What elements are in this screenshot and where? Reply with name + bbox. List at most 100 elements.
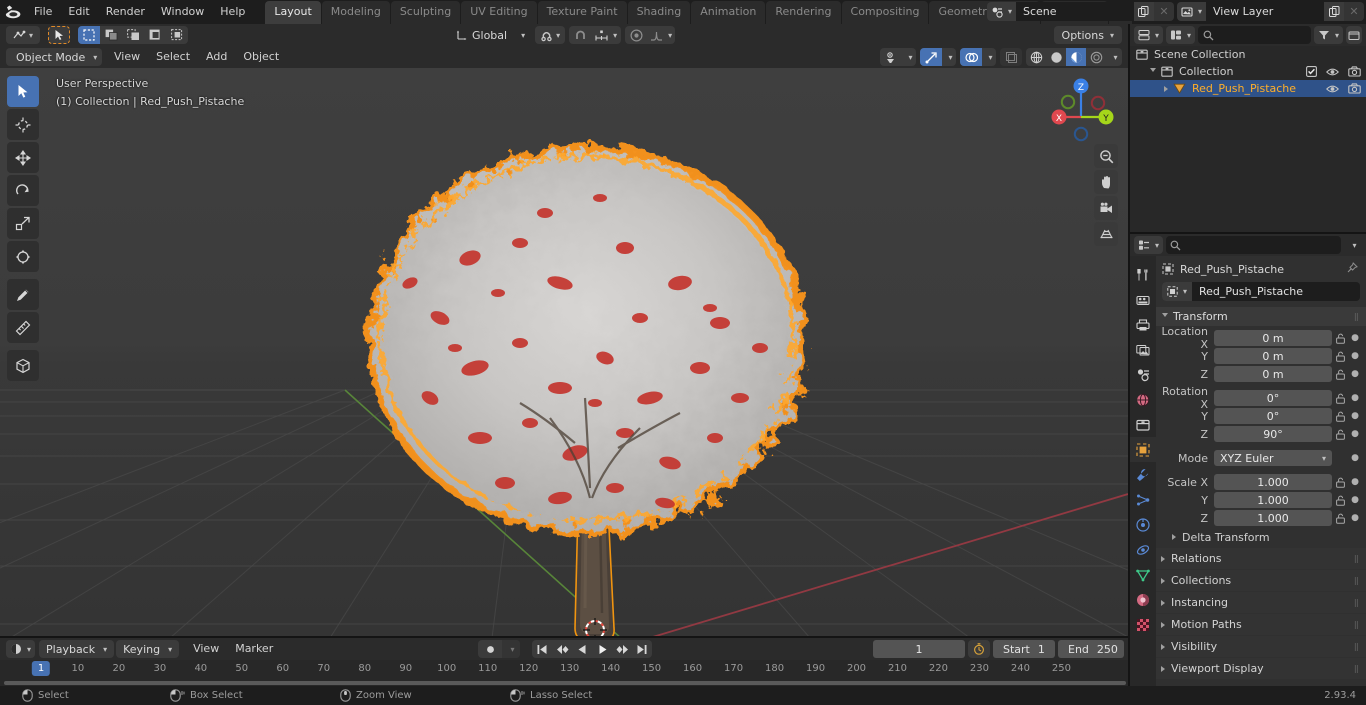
proportional-edit-icon[interactable] xyxy=(625,26,647,44)
3d-viewport[interactable]: User Perspective (1) Collection | Red_Pu… xyxy=(0,68,1128,638)
animate-dot-icon[interactable]: ● xyxy=(1348,351,1362,361)
field-value[interactable]: 1.000 xyxy=(1214,510,1332,526)
eye-icon[interactable] xyxy=(1326,67,1339,77)
panel-relations[interactable]: Relations ⣿ xyxy=(1156,548,1366,569)
material-tab[interactable] xyxy=(1130,587,1156,612)
rotate-tool[interactable] xyxy=(7,175,39,206)
filter-icon[interactable]: ▾ xyxy=(1313,26,1343,44)
tweak-select-icon[interactable] xyxy=(48,26,70,44)
animate-dot-icon[interactable]: ● xyxy=(1348,453,1362,463)
rendered-shading-icon[interactable] xyxy=(1086,48,1106,66)
top-menu-window[interactable]: Window xyxy=(153,3,212,21)
top-menu-help[interactable]: Help xyxy=(212,3,253,21)
camera-icon[interactable] xyxy=(1348,83,1361,94)
new-scene-button[interactable] xyxy=(1133,2,1154,21)
animate-dot-icon[interactable]: ● xyxy=(1348,393,1362,403)
pan-icon[interactable] xyxy=(1094,170,1118,194)
add-cube-tool[interactable] xyxy=(7,350,39,381)
top-menu-edit[interactable]: Edit xyxy=(60,3,97,21)
snap-target-dropdown[interactable]: ▾ xyxy=(591,26,621,44)
wireframe-shading-icon[interactable] xyxy=(1026,48,1046,66)
properties-search-input[interactable] xyxy=(1166,236,1341,254)
world-tab[interactable] xyxy=(1130,387,1156,412)
new-view-layer-button[interactable] xyxy=(1324,2,1344,21)
pin-icon[interactable] xyxy=(1346,261,1358,277)
view-layer-tab[interactable] xyxy=(1130,337,1156,362)
properties-options-dropdown[interactable]: ▾ xyxy=(1344,236,1362,254)
region-separator-outliner[interactable] xyxy=(1130,232,1366,234)
animate-dot-icon[interactable]: ● xyxy=(1348,429,1362,439)
field-value[interactable]: 90° xyxy=(1214,426,1332,442)
record-dropdown[interactable]: ▾ xyxy=(502,640,520,658)
object-tab[interactable] xyxy=(1130,437,1156,462)
outliner-display-mode-icon[interactable]: ▾ xyxy=(1166,26,1196,44)
chevron-down-icon[interactable] xyxy=(1150,68,1156,75)
panel-instancing[interactable]: Instancing ⣿ xyxy=(1156,592,1366,613)
object-type-icon[interactable]: ▾ xyxy=(1162,282,1192,301)
start-frame-field[interactable]: Start 1 xyxy=(993,640,1055,658)
animate-dot-icon[interactable]: ● xyxy=(1348,369,1362,379)
lock-icon[interactable] xyxy=(1332,477,1348,488)
constraints-tab[interactable] xyxy=(1130,537,1156,562)
lock-icon[interactable] xyxy=(1332,513,1348,524)
outliner-row-collection[interactable]: Collection xyxy=(1130,63,1366,80)
field-value[interactable]: 1.000 xyxy=(1214,474,1332,490)
play-icon[interactable] xyxy=(592,640,612,658)
next-keyframe-icon[interactable] xyxy=(612,640,632,658)
outliner-row-red-push-pistache[interactable]: Red_Push_Pistache xyxy=(1130,80,1366,97)
view-layer-selector[interactable]: ▾ View Layer ✕ xyxy=(1176,2,1364,21)
scene-selector[interactable]: ▾ Scene ✕ xyxy=(986,2,1174,21)
timeline-ruler[interactable]: 10 20 30 40 50 60 70 80 90 100 110 120 130 140 150 160 1… xyxy=(0,660,1130,678)
select-extend-icon[interactable] xyxy=(100,26,122,44)
gizmo-toggle-group[interactable]: ▾ xyxy=(920,48,956,66)
workspace-tab-texture-paint[interactable]: Texture Paint xyxy=(537,1,627,24)
eye-icon[interactable] xyxy=(1326,84,1339,94)
prev-keyframe-icon[interactable] xyxy=(552,640,572,658)
region-separator-vertical[interactable] xyxy=(1128,24,1130,686)
remove-view-layer-button[interactable]: ✕ xyxy=(1344,2,1364,21)
checkbox-icon[interactable] xyxy=(1306,66,1317,77)
scene-name[interactable]: Scene xyxy=(1015,2,1134,21)
jump-start-icon[interactable] xyxy=(532,640,552,658)
render-tab[interactable] xyxy=(1130,287,1156,312)
lock-icon[interactable] xyxy=(1332,333,1348,344)
object-name-value[interactable]: Red_Push_Pistache xyxy=(1192,285,1303,298)
transform-tool[interactable] xyxy=(7,241,39,272)
viewport-menu-object[interactable]: Object xyxy=(235,48,287,66)
workspace-tab-uv-editing[interactable]: UV Editing xyxy=(461,1,537,24)
field-value[interactable]: 0 m xyxy=(1214,330,1332,346)
workspace-tab-compositing[interactable]: Compositing xyxy=(841,1,929,24)
outliner-search-input[interactable] xyxy=(1198,26,1311,44)
zoom-icon[interactable] xyxy=(1094,144,1118,168)
lock-icon[interactable] xyxy=(1332,393,1348,404)
proportional-falloff-dropdown[interactable]: ▾ xyxy=(647,26,675,44)
animate-dot-icon[interactable]: ● xyxy=(1348,477,1362,487)
timeline-playhead[interactable]: 1 xyxy=(31,661,51,676)
outliner-editor-type-button[interactable]: ▾ xyxy=(1134,26,1164,44)
top-menu-render[interactable]: Render xyxy=(98,3,153,21)
collection-tab[interactable] xyxy=(1130,412,1156,437)
lock-icon[interactable] xyxy=(1332,429,1348,440)
lock-icon[interactable] xyxy=(1332,495,1348,506)
panel-viewport-display[interactable]: Viewport Display ⣿ xyxy=(1156,658,1366,679)
move-tool[interactable] xyxy=(7,142,39,173)
field-value[interactable]: 0 m xyxy=(1214,366,1332,382)
object-id-field[interactable]: ▾ Red_Push_Pistache xyxy=(1162,282,1360,301)
measure-tool[interactable] xyxy=(7,312,39,343)
data-tab[interactable] xyxy=(1130,562,1156,587)
workspace-tab-shading[interactable]: Shading xyxy=(627,1,691,24)
lock-icon[interactable] xyxy=(1332,351,1348,362)
snap-icon[interactable]: ▾ xyxy=(535,26,566,44)
output-tab[interactable] xyxy=(1130,312,1156,337)
remove-scene-button[interactable]: ✕ xyxy=(1153,2,1174,21)
camera-icon[interactable] xyxy=(1348,66,1361,77)
material-preview-icon[interactable] xyxy=(1066,48,1086,66)
snap-magnet-icon[interactable] xyxy=(569,26,591,44)
panel-visibility[interactable]: Visibility ⣿ xyxy=(1156,636,1366,657)
workspace-tab-rendering[interactable]: Rendering xyxy=(766,1,841,24)
chevron-right-icon[interactable] xyxy=(1164,85,1168,92)
field-value[interactable]: 0° xyxy=(1214,408,1332,424)
transform-panel-header[interactable]: Transform ⣿ xyxy=(1156,307,1366,326)
visibility-dropdown[interactable]: ▾ xyxy=(880,48,916,66)
scene-tab[interactable] xyxy=(1130,362,1156,387)
